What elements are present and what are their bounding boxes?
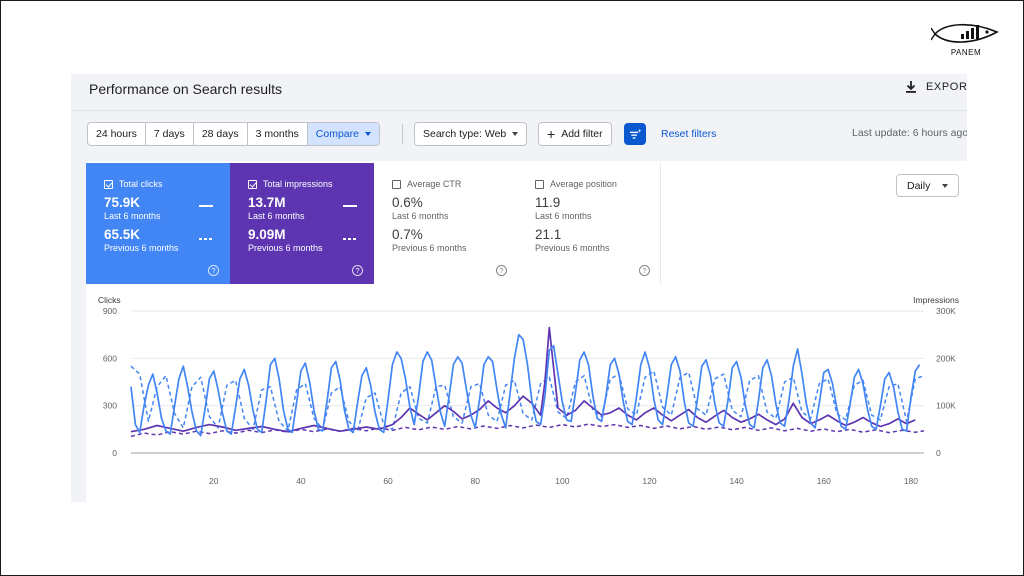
metric-label: Average CTR (407, 179, 462, 189)
help-icon[interactable]: ? (208, 265, 219, 276)
metric-label: Total clicks (119, 179, 163, 189)
logo-text: PANEM (950, 48, 982, 57)
metric-previous-period: Previous 6 months (104, 243, 179, 253)
y2-tick-label: 300K (936, 306, 956, 316)
metric-toggle[interactable]: Total impressions (248, 179, 374, 189)
metric-toggle[interactable]: Average position (535, 179, 660, 189)
metric-card-impressions[interactable]: Total impressions 13.7M Last 6 months 9.… (230, 163, 374, 284)
metric-current-period: Last 6 months (535, 211, 592, 221)
series-line-clicks-last-6-months (130, 333, 921, 437)
metric-previous-period: Previous 6 months (392, 243, 467, 253)
x-tick-label: 160 (817, 476, 831, 486)
metric-previous-period: Previous 6 months (248, 243, 323, 253)
y2-axis-label: Impressions (913, 295, 959, 305)
y2-tick-label: 100K (936, 401, 956, 411)
metric-previous-value: 65.5K (104, 227, 141, 242)
reset-filters-link[interactable]: Reset filters (661, 128, 716, 140)
range-7-days-button[interactable]: 7 days (146, 123, 194, 145)
series-line-impressions-previous-6-months (130, 423, 925, 438)
compare-dropdown[interactable]: Compare (307, 123, 379, 145)
y-tick-label: 0 (112, 448, 117, 458)
metric-toggle[interactable]: Total clicks (104, 179, 230, 189)
help-icon[interactable]: ? (639, 265, 650, 276)
y-axis-label: Clicks (98, 295, 121, 305)
checkbox-checked-icon (248, 179, 257, 189)
help-icon[interactable]: ? (496, 265, 507, 276)
filter-settings-button[interactable] (624, 123, 646, 145)
metric-current-period: Last 6 months (104, 211, 161, 221)
download-icon (906, 81, 916, 93)
dashed-line-legend-icon (199, 238, 213, 240)
y2-tick-label: 200K (936, 353, 956, 363)
plus-icon: + (547, 126, 556, 142)
x-tick-label: 180 (904, 476, 918, 486)
search-console-panel: Performance on Search results EXPORT 24 … (71, 74, 967, 502)
export-label: EXPORT (926, 81, 967, 93)
panem-logo: PANEM (931, 21, 1001, 61)
page-title: Performance on Search results (89, 81, 282, 97)
chevron-down-icon (364, 132, 371, 136)
chevron-down-icon (942, 183, 948, 188)
solid-line-legend-icon (199, 205, 213, 207)
granularity-dropdown[interactable]: Daily (896, 174, 959, 197)
metric-current-value: 75.9K (104, 195, 141, 210)
y2-tick-label: 0 (936, 448, 941, 458)
checkbox-unchecked-icon (392, 179, 401, 189)
metric-label: Average position (550, 179, 617, 189)
last-update-text: Last update: 6 hours ago (852, 127, 967, 139)
x-tick-label: 60 (383, 476, 393, 486)
range-3-months-button[interactable]: 3 months (248, 123, 308, 145)
filter-sparkle-icon (629, 128, 642, 139)
metric-current-period: Last 6 months (392, 211, 449, 221)
page-header: Performance on Search results EXPORT (71, 74, 967, 110)
metric-current-value: 11.9 (535, 195, 561, 210)
filter-toolbar: 24 hours 7 days 28 days 3 months Compare… (71, 111, 967, 161)
help-icon[interactable]: ? (352, 265, 363, 276)
range-24-hours-button[interactable]: 24 hours (88, 123, 146, 145)
search-type-label: Search type: Web (423, 128, 507, 140)
compare-label: Compare (315, 128, 359, 140)
x-tick-label: 20 (209, 476, 219, 486)
granularity-label: Daily (907, 179, 931, 192)
metric-card-clicks[interactable]: Total clicks 75.9K Last 6 months 65.5K P… (86, 163, 230, 284)
checkbox-checked-icon (104, 179, 113, 189)
metric-current-period: Last 6 months (248, 211, 305, 221)
metric-previous-period: Previous 6 months (535, 243, 610, 253)
metric-toggle[interactable]: Average CTR (392, 179, 517, 189)
performance-content: Total clicks 75.9K Last 6 months 65.5K P… (86, 161, 967, 502)
add-filter-button[interactable]: + Add filter (538, 122, 612, 146)
metric-current-value: 0.6% (392, 195, 423, 210)
add-filter-label: Add filter (561, 128, 603, 140)
checkbox-unchecked-icon (535, 179, 544, 189)
date-range-group: 24 hours 7 days 28 days 3 months Compare (87, 122, 380, 146)
search-type-dropdown[interactable]: Search type: Web (414, 122, 528, 146)
x-tick-label: 40 (296, 476, 306, 486)
metric-previous-value: 0.7% (392, 227, 423, 242)
fish-logo-icon (931, 23, 999, 43)
metric-card-position[interactable]: Average position 11.9 Last 6 months 21.1… (517, 163, 661, 284)
metric-previous-value: 9.09M (248, 227, 286, 242)
range-28-days-button[interactable]: 28 days (194, 123, 248, 145)
chevron-down-icon (512, 132, 519, 136)
x-tick-label: 140 (730, 476, 744, 486)
y-tick-label: 300 (103, 401, 117, 411)
solid-line-legend-icon (343, 205, 357, 207)
dashed-line-legend-icon (343, 238, 357, 240)
toolbar-separator (402, 124, 403, 144)
x-tick-label: 120 (642, 476, 656, 486)
x-tick-label: 80 (470, 476, 480, 486)
export-button[interactable]: EXPORT (904, 80, 967, 94)
y-tick-label: 600 (103, 353, 117, 363)
metric-current-value: 13.7M (248, 195, 286, 210)
slide-frame: PANEM Performance on Search results EXPO… (0, 0, 1024, 576)
metric-card-ctr[interactable]: Average CTR 0.6% Last 6 months 0.7% Prev… (374, 163, 518, 284)
performance-chart: 0 0 300 100K 600 200K 900 300K Clicks Impressions… (98, 295, 959, 486)
metric-label: Total impressions (263, 179, 333, 189)
x-tick-label: 100 (555, 476, 569, 486)
metric-previous-value: 21.1 (535, 227, 562, 242)
y-tick-label: 900 (103, 306, 117, 316)
